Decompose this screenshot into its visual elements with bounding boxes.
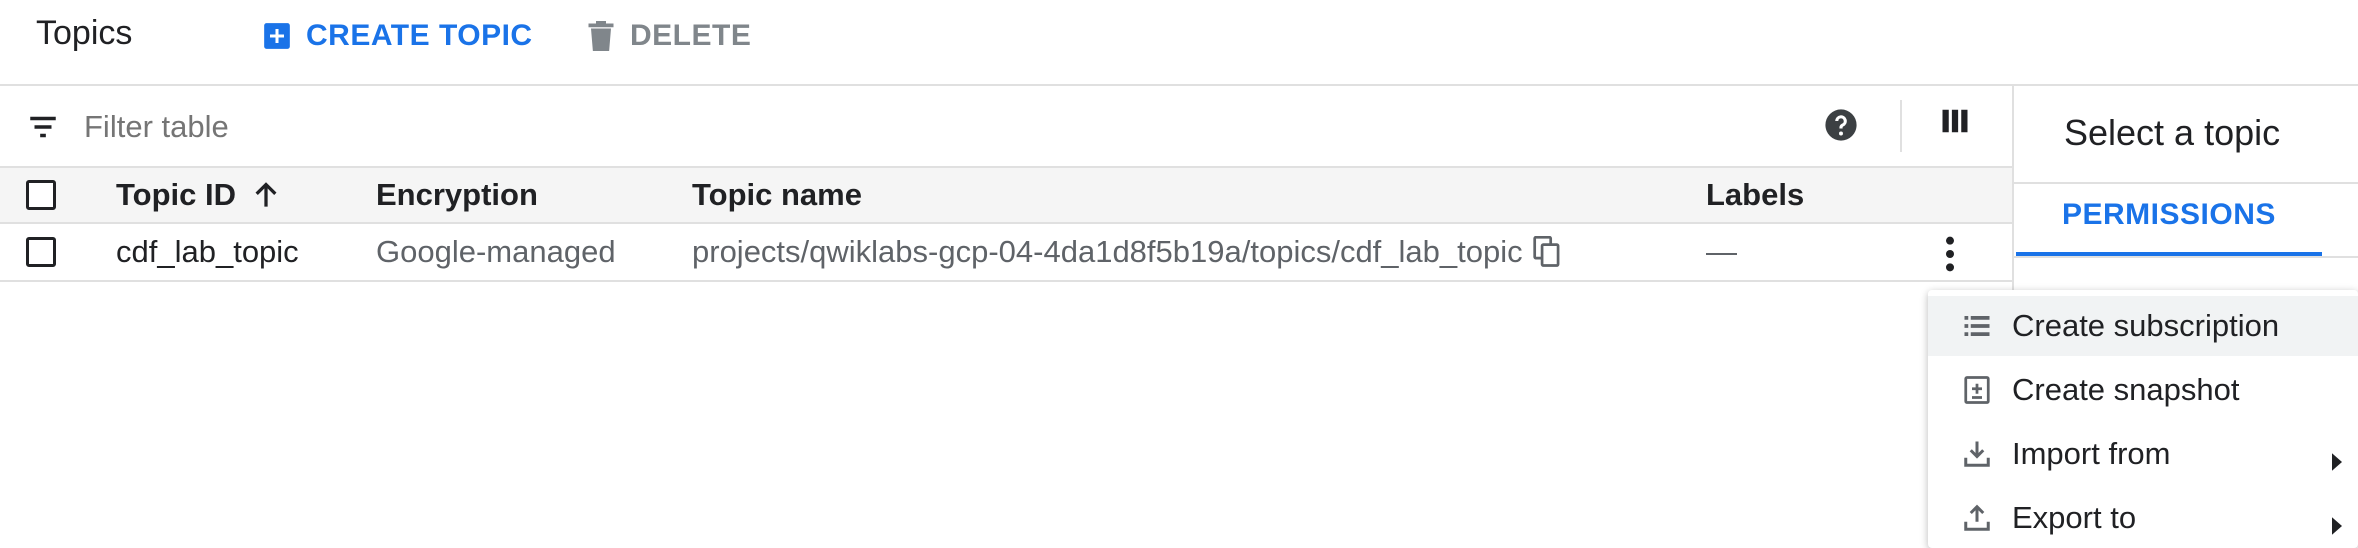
row-select-cell	[26, 224, 56, 280]
menu-item-import-from[interactable]: Import from	[1928, 424, 2358, 484]
menu-item-label: Create subscription	[2012, 308, 2280, 343]
sort-arrow-up-icon	[252, 180, 280, 210]
copy-icon[interactable]	[1532, 236, 1563, 268]
filter-input[interactable]	[84, 102, 1684, 152]
page-header: Topics CREATE TOPIC DELETE	[0, 0, 2358, 86]
menu-item-create-snapshot[interactable]: Create snapshot	[1928, 360, 2358, 420]
filter-icon[interactable]	[26, 110, 62, 144]
menu-item-label: Export to	[2012, 500, 2137, 535]
column-header-topic-id[interactable]: Topic ID	[116, 168, 280, 222]
tab-bar-divider	[2014, 256, 2358, 258]
column-display-icon[interactable]	[1940, 106, 1974, 140]
list-icon	[1962, 311, 1992, 341]
chevron-right-icon	[2330, 508, 2344, 535]
column-header-labels[interactable]: Labels	[1706, 168, 1804, 222]
trash-icon	[586, 21, 616, 51]
select-all-cell	[26, 168, 56, 222]
labels-value: —	[1706, 234, 1737, 269]
menu-item-create-subscription[interactable]: Create subscription	[1928, 296, 2358, 356]
topic-id-link[interactable]: cdf_lab_topic	[116, 224, 299, 280]
info-panel-title: Select a topic	[2064, 112, 2281, 153]
snapshot-icon	[1962, 375, 1992, 405]
chevron-right-icon	[2330, 444, 2344, 471]
create-topic-button[interactable]: CREATE TOPIC	[262, 14, 533, 58]
select-all-checkbox[interactable]	[26, 180, 56, 210]
import-icon	[1962, 439, 1992, 469]
column-header-topic-name[interactable]: Topic name	[692, 168, 862, 222]
table-row: cdf_lab_topic Google-managed projects/qw…	[0, 224, 2012, 282]
delete-label: DELETE	[630, 19, 752, 52]
create-topic-label: CREATE TOPIC	[306, 19, 533, 52]
column-header-encryption[interactable]: Encryption	[376, 168, 538, 222]
column-header-label: Topic ID	[116, 177, 236, 212]
export-icon	[1962, 503, 1992, 533]
filter-bar	[0, 86, 2012, 168]
toolbar-divider	[1900, 100, 1902, 152]
page-title: Topics	[36, 14, 133, 52]
row-actions-kebab-icon[interactable]	[1936, 234, 1964, 274]
row-actions-menu: Create subscription Create snapshot Impo…	[1928, 290, 2358, 548]
delete-button[interactable]: DELETE	[586, 14, 751, 58]
info-panel-divider	[2014, 182, 2358, 184]
menu-item-label: Import from	[2012, 436, 2171, 471]
topic-name-cell: projects/qwiklabs-gcp-04-4da1d8f5b19a/to…	[692, 224, 1563, 280]
table-header: Topic ID Encryption Topic name Labels	[0, 168, 2012, 224]
topic-name-value: projects/qwiklabs-gcp-04-4da1d8f5b19a/to…	[692, 234, 1523, 269]
encryption-value: Google-managed	[376, 234, 616, 269]
menu-item-export-to[interactable]: Export to	[1928, 488, 2358, 548]
tab-permissions[interactable]: PERMISSIONS	[2062, 198, 2276, 232]
menu-item-label: Create snapshot	[2012, 372, 2240, 407]
help-icon[interactable]	[1824, 108, 1860, 144]
add-box-icon	[262, 21, 292, 51]
row-checkbox[interactable]	[26, 237, 56, 267]
